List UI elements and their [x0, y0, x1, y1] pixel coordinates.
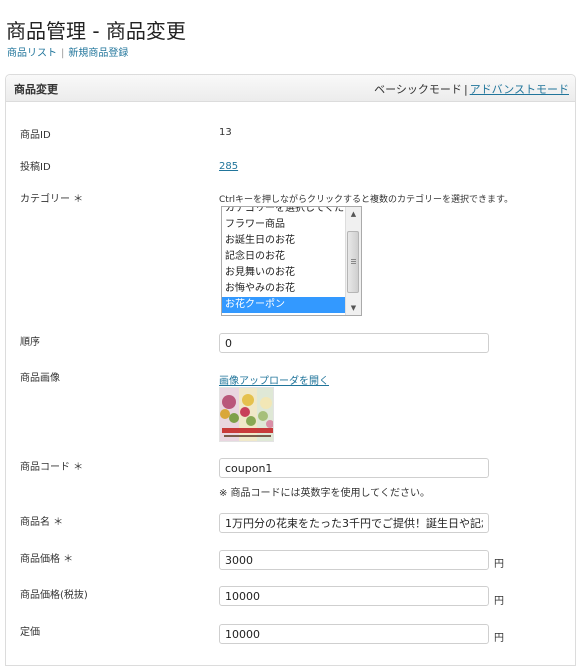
new-product-link[interactable]: 新規商品登録 [68, 48, 128, 59]
scroll-up-icon[interactable]: ▲ [346, 207, 361, 221]
post-id-label: 投稿ID [20, 162, 51, 173]
panel-header: 商品変更 ベーシックモード | アドバンストモード [6, 75, 575, 102]
price-tax-excl-unit: 円 [494, 596, 504, 607]
product-id-value: 13 [219, 127, 232, 138]
post-id-link[interactable]: 285 [219, 161, 238, 172]
price-input[interactable] [219, 550, 489, 570]
price-tax-excl-input[interactable] [219, 586, 489, 606]
price-label: 商品価格 ＊ [20, 554, 74, 565]
category-select[interactable]: カテゴリーを選択してください フラワー商品 お誕生日のお花 記念日のお花 お見舞… [221, 206, 362, 316]
basic-mode-label: ベーシックモード [374, 83, 462, 96]
page-title: 商品管理 - 商品変更 [6, 19, 186, 44]
product-id-label: 商品ID [20, 130, 51, 141]
category-option[interactable]: お誕生日のお花 [222, 233, 347, 249]
product-thumbnail[interactable] [219, 387, 274, 442]
product-list-link[interactable]: 商品リスト [7, 48, 57, 59]
advanced-mode-link[interactable]: アドバンストモード [470, 83, 569, 96]
list-price-unit: 円 [494, 633, 504, 644]
product-code-input[interactable] [219, 458, 489, 478]
price-tax-excl-label: 商品価格(税抜) [20, 590, 88, 601]
order-input[interactable] [219, 333, 489, 353]
category-scrollbar[interactable]: ▲ ▼ [345, 207, 361, 315]
subnav: 商品リスト | 新規商品登録 [7, 44, 128, 59]
list-price-input[interactable] [219, 624, 489, 644]
mode-switch: ベーシックモード | アドバンストモード [374, 81, 569, 97]
scroll-thumb[interactable] [347, 231, 359, 293]
category-option[interactable]: カテゴリーを選択してください [222, 207, 347, 217]
category-label: カテゴリー ＊ [20, 194, 84, 205]
category-option[interactable]: お見舞いのお花 [222, 265, 347, 281]
category-options: カテゴリーを選択してください フラワー商品 お誕生日のお花 記念日のお花 お見舞… [222, 207, 347, 313]
panel-title: 商品変更 [14, 83, 58, 96]
product-name-label: 商品名 ＊ [20, 517, 64, 528]
category-option[interactable]: フラワー商品 [222, 217, 347, 233]
product-code-label: 商品コード ＊ [20, 462, 84, 473]
open-image-uploader-link[interactable]: 画像アップローダを開く [219, 372, 329, 387]
category-option-selected[interactable]: お花クーポン [222, 297, 347, 313]
price-unit: 円 [494, 559, 504, 570]
category-option[interactable]: 記念日のお花 [222, 249, 347, 265]
mode-separator: | [463, 83, 468, 96]
list-price-label: 定価 [20, 627, 40, 638]
product-code-note: ※ 商品コードには英数字を使用してください。 [219, 488, 430, 499]
category-option[interactable]: お悔やみのお花 [222, 281, 347, 297]
subnav-separator: | [61, 48, 65, 59]
order-label: 順序 [20, 337, 40, 348]
edit-product-panel: 商品変更 ベーシックモード | アドバンストモード [5, 74, 576, 666]
category-help: Ctrlキーを押しながらクリックすると複数のカテゴリーを選択できます。 [219, 195, 514, 205]
scroll-down-icon[interactable]: ▼ [346, 301, 361, 315]
product-image-label: 商品画像 [20, 373, 60, 384]
product-name-input[interactable] [219, 513, 489, 533]
